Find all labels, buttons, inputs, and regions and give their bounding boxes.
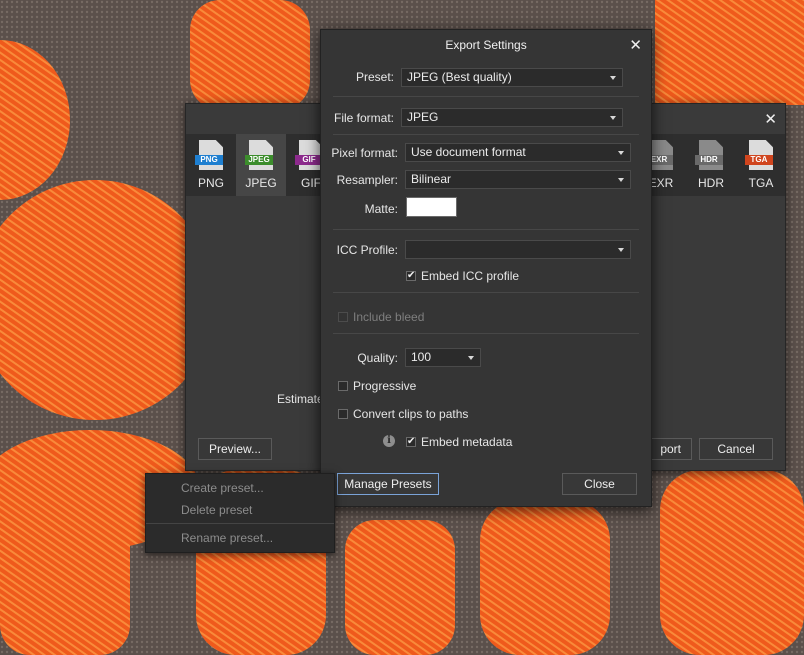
- pixel-format-select[interactable]: Use document format: [405, 143, 631, 162]
- include-bleed-label: Include bleed: [353, 310, 425, 324]
- close-icon[interactable]: ✕: [629, 36, 642, 54]
- chevron-down-icon: [618, 178, 624, 182]
- preset-value: JPEG (Best quality): [407, 70, 512, 84]
- divider: [333, 229, 639, 230]
- embed-icc-label: Embed ICC profile: [421, 269, 520, 283]
- divider: [333, 333, 639, 334]
- dialog-title: Export Settings: [445, 38, 527, 52]
- preview-button[interactable]: Preview...: [198, 438, 272, 460]
- file-format-select[interactable]: JPEG: [401, 108, 623, 127]
- preset-label: Preset:: [355, 70, 394, 84]
- resampler-select[interactable]: Bilinear: [405, 170, 631, 189]
- embed-metadata-checkbox[interactable]: ✔: [406, 437, 416, 447]
- cancel-button[interactable]: Cancel: [699, 438, 773, 460]
- preset-select[interactable]: JPEG (Best quality): [401, 68, 623, 87]
- matte-color-swatch[interactable]: [406, 197, 457, 217]
- close-icon[interactable]: ✕: [764, 110, 777, 128]
- format-tga[interactable]: TGA TGA: [736, 134, 786, 196]
- hdr-tag: HDR: [695, 155, 723, 165]
- resampler-label: Resampler:: [336, 173, 398, 187]
- format-hdr[interactable]: HDR HDR: [686, 134, 736, 196]
- include-bleed-checkbox[interactable]: [338, 312, 348, 322]
- quality-value: 100: [411, 350, 432, 364]
- png-tag: PNG: [195, 155, 223, 165]
- menu-item-delete-preset[interactable]: Delete preset: [181, 503, 252, 517]
- progressive-checkbox[interactable]: [338, 381, 348, 391]
- chevron-down-icon: [468, 356, 474, 360]
- tga-tag: TGA: [745, 155, 773, 165]
- format-label: JPEG: [245, 176, 277, 190]
- format-jpeg[interactable]: JPEG JPEG: [236, 134, 286, 196]
- menu-item-create-preset[interactable]: Create preset...: [181, 481, 264, 495]
- chevron-down-icon: [618, 248, 624, 252]
- chevron-down-icon: [610, 76, 616, 80]
- format-label: HDR: [698, 176, 724, 190]
- info-icon[interactable]: i: [383, 435, 395, 447]
- divider: [333, 292, 639, 293]
- menu-divider: [146, 523, 334, 524]
- jpeg-tag: JPEG: [245, 155, 273, 165]
- chevron-down-icon: [610, 116, 616, 120]
- icc-profile-label: ICC Profile:: [336, 243, 398, 257]
- quality-select[interactable]: 100: [405, 348, 481, 367]
- format-png[interactable]: PNG PNG: [186, 134, 236, 196]
- resampler-value: Bilinear: [411, 172, 452, 186]
- icc-profile-select[interactable]: [405, 240, 631, 259]
- close-button[interactable]: Close: [562, 473, 637, 495]
- file-format-value: JPEG: [407, 110, 439, 124]
- pixel-format-label: Pixel format:: [331, 146, 398, 160]
- embed-icc-checkbox[interactable]: ✔: [406, 271, 416, 281]
- file-format-label: File format:: [333, 111, 394, 125]
- embed-metadata-label: Embed metadata: [421, 435, 513, 449]
- manage-presets-button[interactable]: Manage Presets: [337, 473, 439, 495]
- export-settings-dialog: Export Settings ✕ Preset: JPEG (Best qua…: [320, 29, 652, 507]
- convert-clips-label: Convert clips to paths: [353, 407, 469, 421]
- convert-clips-checkbox[interactable]: [338, 409, 348, 419]
- menu-item-rename-preset[interactable]: Rename preset...: [181, 531, 273, 545]
- format-label: PNG: [197, 176, 224, 190]
- pixel-format-value: Use document format: [411, 145, 526, 159]
- divider: [333, 96, 639, 97]
- chevron-down-icon: [618, 151, 624, 155]
- progressive-label: Progressive: [353, 379, 417, 393]
- format-label: TGA: [748, 176, 774, 190]
- quality-label: Quality:: [357, 351, 398, 365]
- divider: [333, 134, 639, 135]
- matte-label: Matte:: [364, 202, 398, 216]
- preset-context-menu: Create preset... Delete preset Rename pr…: [145, 473, 335, 553]
- gif-tag: GIF: [295, 155, 323, 165]
